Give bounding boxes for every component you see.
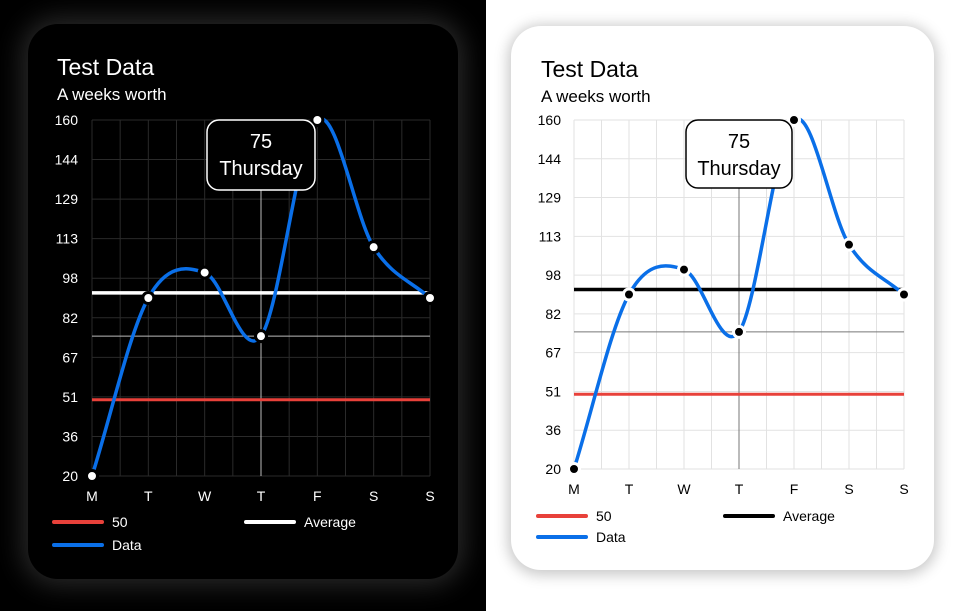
y-tick-label: 129 xyxy=(538,190,562,206)
chart-title: Test Data xyxy=(57,54,154,80)
chart-subtitle: A weeks worth xyxy=(57,85,167,104)
y-tick-label: 98 xyxy=(62,270,78,286)
line-chart-dark: Test Data A weeks worth 160 144 129 113 98 82 67… xyxy=(52,54,437,553)
data-point xyxy=(567,462,581,476)
chart-title: Test Data xyxy=(541,56,638,82)
tooltip: 75 Thursday xyxy=(685,119,793,189)
tooltip-value: 75 xyxy=(728,131,750,153)
x-tick-label: T xyxy=(144,488,153,504)
y-tick-label: 51 xyxy=(62,389,78,405)
x-tick-label: W xyxy=(198,488,212,504)
x-tick-label: T xyxy=(257,488,266,504)
y-tick-label: 82 xyxy=(545,306,561,322)
y-tick-label: 160 xyxy=(538,112,562,128)
data-point xyxy=(366,240,381,255)
chart-card-dark: Test Data A weeks worth 160 144 129 113 98 82 67… xyxy=(28,24,458,579)
data-point xyxy=(732,324,746,339)
x-tick-label: S xyxy=(844,481,853,497)
tooltip: 75 Thursday xyxy=(206,119,316,191)
y-tick-label: 144 xyxy=(538,151,562,167)
data-point xyxy=(897,287,911,302)
legend-label-data: Data xyxy=(112,537,142,553)
x-tick-label: F xyxy=(313,488,322,504)
legend-label-average: Average xyxy=(304,514,356,530)
y-tick-label: 144 xyxy=(55,152,79,168)
y-tick-label: 20 xyxy=(545,461,561,477)
y-tick-label: 51 xyxy=(545,383,561,399)
x-tick-label: W xyxy=(677,481,691,497)
tooltip-label: Thursday xyxy=(697,158,780,180)
legend: 50 Average Data xyxy=(52,514,356,553)
data-point xyxy=(85,469,99,483)
tooltip-label: Thursday xyxy=(219,158,302,180)
y-tick-label: 129 xyxy=(55,191,79,207)
light-theme-panel: Test Data A weeks worth 160 144 129 113 98 82 67… xyxy=(486,0,960,611)
y-tick-label: 67 xyxy=(545,345,561,361)
data-point xyxy=(197,265,212,280)
x-tick-label: M xyxy=(86,488,98,504)
data-point xyxy=(622,287,636,302)
tooltip-value: 75 xyxy=(250,131,272,153)
y-tick-label: 67 xyxy=(62,349,78,365)
y-tick-label: 82 xyxy=(62,310,78,326)
data-point xyxy=(677,262,691,277)
data-point xyxy=(787,113,801,127)
chart-subtitle: A weeks worth xyxy=(541,87,651,106)
legend-label-50: 50 xyxy=(596,508,612,524)
x-tick-label: S xyxy=(369,488,378,504)
y-tick-label: 20 xyxy=(62,468,78,484)
legend-label-data: Data xyxy=(596,529,626,545)
legend-label-average: Average xyxy=(783,508,835,524)
x-tick-label: S xyxy=(899,481,908,497)
y-tick-label: 113 xyxy=(56,231,79,247)
data-point xyxy=(254,329,268,344)
x-tick-label: F xyxy=(790,481,799,497)
line-chart-light: Test Data A weeks worth 160 144 129 113 98 82 67… xyxy=(536,56,911,545)
x-tick-label: M xyxy=(568,481,580,497)
y-tick-label: 36 xyxy=(62,428,78,444)
x-tick-label: S xyxy=(425,488,434,504)
x-tick-label: T xyxy=(735,481,744,497)
data-point xyxy=(423,291,437,305)
data-point xyxy=(310,113,325,127)
y-tick-label: 160 xyxy=(55,112,79,128)
dark-theme-panel: Test Data A weeks worth 160 144 129 113 98 82 67… xyxy=(0,0,486,611)
y-tick-label: 98 xyxy=(545,267,561,283)
legend-label-50: 50 xyxy=(112,514,128,530)
data-point xyxy=(141,291,156,305)
data-point xyxy=(842,237,856,252)
legend: 50 Average Data xyxy=(536,508,835,545)
x-tick-label: T xyxy=(625,481,634,497)
y-tick-label: 36 xyxy=(545,422,561,438)
y-tick-label: 113 xyxy=(539,228,562,244)
chart-card-light: Test Data A weeks worth 160 144 129 113 98 82 67… xyxy=(511,26,934,570)
